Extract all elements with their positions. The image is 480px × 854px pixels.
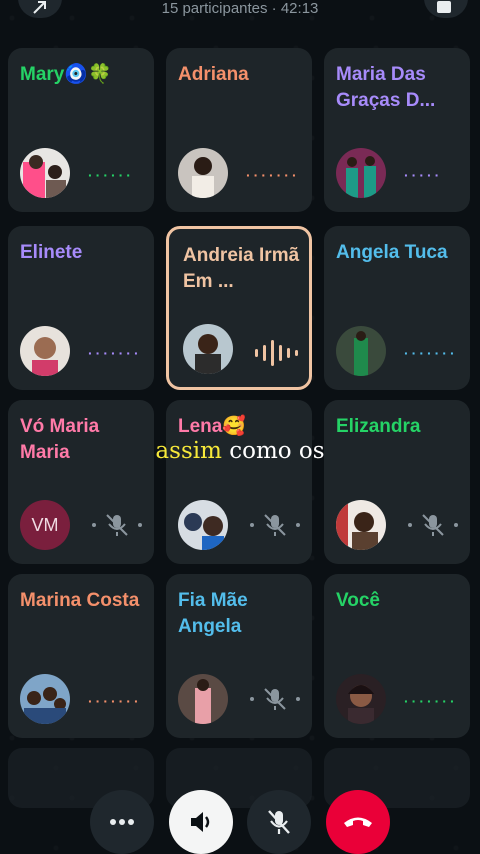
muted-indicator [92,512,142,538]
participant-name: Marina Costa [20,590,140,611]
mic-off-icon [106,514,128,536]
caption-text: como os [221,438,325,464]
participant-name: Você [336,590,381,611]
muted-indicator [250,512,300,538]
speaking-indicator: ······· [404,693,458,709]
participant-tile[interactable]: Elinete ······· [8,226,154,390]
participant-tile[interactable]: Angela Tuca ······· [324,226,470,390]
mic-off-icon [264,688,286,710]
mic-off-icon [422,514,444,536]
top-bar: 15 participantes · 42:13 [0,0,480,30]
participant-tile[interactable]: Fia Mãe Angela [166,574,312,738]
participant-tile[interactable]: Mary🧿🍀 ······ [8,48,154,212]
participant-tile-active-speaker[interactable]: Andreia Irmã Em ... [166,226,312,390]
avatar [178,674,228,724]
call-controls [0,790,480,854]
muted-indicator [250,686,300,712]
caption-highlight: assim [155,438,222,464]
call-subtitle: 15 participantes · 42:13 [161,0,319,17]
more-options-button[interactable] [90,790,154,854]
participant-name: Maria Das Graças D... [336,64,436,111]
participant-tile[interactable]: Elizandra [324,400,470,564]
participant-tile[interactable]: Maria Das Graças D... ····· [324,48,470,212]
muted-indicator [408,512,458,538]
speaking-indicator: ······ [88,167,134,183]
participant-name: Elinete [20,242,83,263]
speaking-indicator: ······· [404,345,458,361]
participant-name: Adriana [178,64,249,85]
video-icon [437,1,451,13]
participant-name: Mary🧿🍀 [20,64,112,85]
avatar [20,148,70,198]
avatar [336,326,386,376]
participant-tile[interactable]: Lena🥰 [166,400,312,564]
avatar [336,674,386,724]
avatar [20,326,70,376]
avatar [178,148,228,198]
mute-mic-button[interactable] [247,790,311,854]
speaking-indicator: ······· [246,167,300,183]
live-caption: assim como os [0,437,480,465]
participant-name: Fia Mãe Angela [178,590,248,637]
participant-name: Angela Tuca [336,242,448,263]
participant-name: Andreia Irmã Em ... [183,245,300,292]
mic-off-icon [264,514,286,536]
mic-off-icon [268,810,290,834]
participant-tile[interactable]: Vó Maria Maria VM [8,400,154,564]
end-call-icon [344,817,372,827]
speaker-icon [191,812,210,832]
participant-tile-self[interactable]: Você ······· [324,574,470,738]
speaking-indicator: ······· [88,345,142,361]
avatar [336,148,386,198]
avatar [20,674,70,724]
avatar-initials: VM [20,500,70,550]
avatar [336,500,386,550]
participant-tile[interactable]: Marina Costa ······· [8,574,154,738]
speaker-button[interactable] [169,790,233,854]
speaking-indicator: ······· [88,693,142,709]
avatar [183,324,233,374]
end-call-button[interactable] [326,790,390,854]
speaking-indicator: ····· [404,167,443,183]
audio-waveform-icon [255,337,309,369]
more-horizontal-icon [110,819,134,825]
avatar [178,500,228,550]
participant-tile[interactable]: Adriana ······· [166,48,312,212]
